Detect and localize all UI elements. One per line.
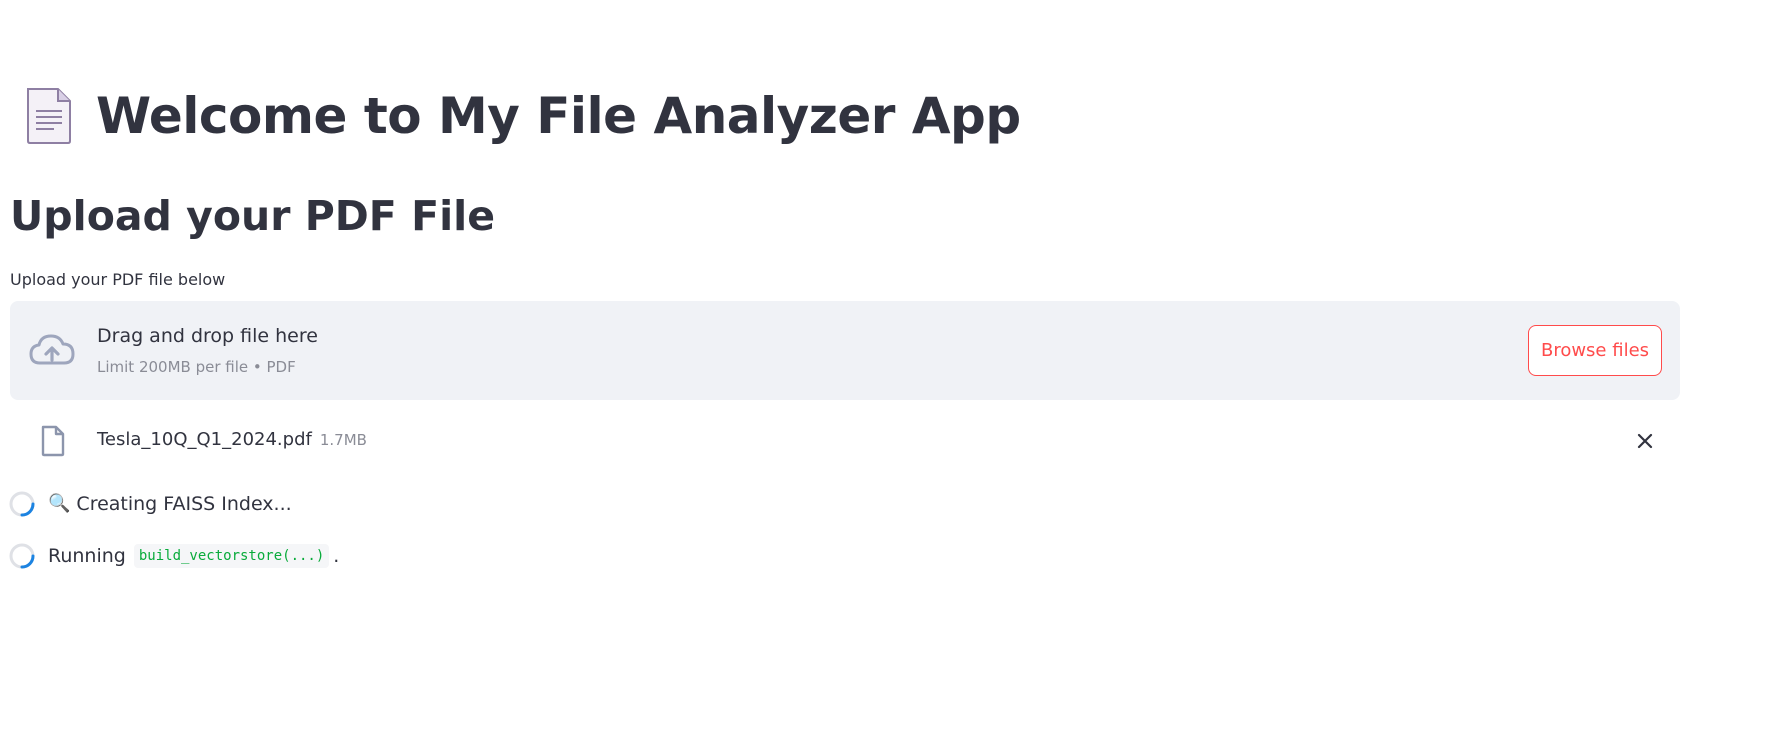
running-suffix: . xyxy=(333,545,340,567)
close-icon xyxy=(1637,433,1653,449)
spinner-icon xyxy=(9,543,35,569)
browse-files-button[interactable]: Browse files xyxy=(1528,325,1662,376)
dropzone-instructions: Drag and drop file here xyxy=(97,325,318,347)
function-code: build_vectorstore(...) xyxy=(133,544,330,568)
file-icon xyxy=(41,425,65,457)
title-row: Welcome to My File Analyzer App xyxy=(24,86,1021,146)
spinner-icon xyxy=(9,491,35,517)
upload-subheader: Upload your PDF File xyxy=(10,192,496,240)
status-creating-index: 🔍 Creating FAISS Index... xyxy=(8,490,292,518)
page-title: Welcome to My File Analyzer App xyxy=(96,87,1021,145)
uploaded-file-name: Tesla_10Q_Q1_2024.pdf 1.7MB xyxy=(97,428,367,452)
document-icon xyxy=(27,88,71,144)
file-name-text: Tesla_10Q_Q1_2024.pdf xyxy=(97,429,312,450)
file-size: 1.7MB xyxy=(319,431,367,449)
dropzone-limit: Limit 200MB per file • PDF xyxy=(97,358,296,376)
remove-file-button[interactable] xyxy=(1632,428,1658,454)
running-label: Running xyxy=(48,545,126,567)
file-dropzone[interactable]: Drag and drop file here Limit 200MB per … xyxy=(10,301,1680,400)
status-text: Creating FAISS Index... xyxy=(76,493,292,515)
uploader-label: Upload your PDF file below xyxy=(10,270,226,289)
cloud-upload-icon xyxy=(29,334,75,365)
status-running-function: Running build_vectorstore(...) . xyxy=(8,542,339,570)
magnifier-icon: 🔍 xyxy=(48,493,71,514)
app-page: Welcome to My File Analyzer App Upload y… xyxy=(0,0,1767,733)
uploaded-file-row: Tesla_10Q_Q1_2024.pdf 1.7MB xyxy=(10,420,1680,462)
